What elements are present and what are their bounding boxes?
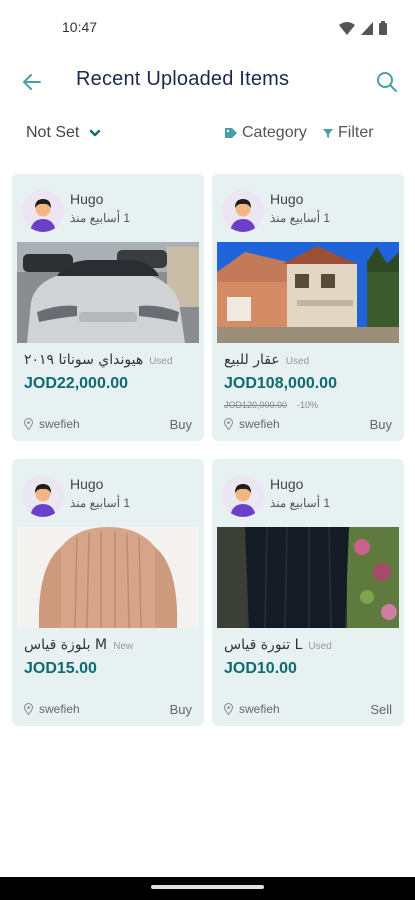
seller-name: Hugo bbox=[70, 191, 104, 207]
category-label: Category bbox=[242, 124, 307, 141]
location-pin-icon bbox=[224, 703, 233, 715]
location: swefieh bbox=[224, 417, 280, 431]
signal-icon bbox=[361, 21, 373, 35]
location-label: swefieh bbox=[239, 417, 280, 431]
old-price: JOD120,000.00 bbox=[224, 400, 288, 410]
chevron-down-icon bbox=[90, 129, 101, 137]
user-avatar-icon bbox=[222, 190, 264, 232]
sort-select[interactable]: Not Set bbox=[26, 124, 101, 142]
posted-time: 1 أسابيع منذ bbox=[70, 211, 131, 225]
item-photo bbox=[17, 242, 199, 343]
home-indicator[interactable] bbox=[151, 885, 264, 889]
avatar bbox=[22, 475, 64, 517]
title-row: عقار للبيع Used bbox=[224, 352, 309, 368]
battery-icon bbox=[379, 21, 387, 35]
item-price: JOD108,000.00 bbox=[224, 375, 337, 392]
search-button[interactable] bbox=[373, 68, 401, 96]
user-avatar-icon bbox=[222, 475, 264, 517]
seller-name: Hugo bbox=[270, 476, 304, 492]
user-avatar-icon bbox=[22, 190, 64, 232]
discount-label: -10% bbox=[297, 400, 319, 410]
item-title: تنورة قياس L bbox=[224, 637, 303, 653]
item-title: هيونداي سوناتا ٢٠١٩ bbox=[24, 352, 144, 368]
old-price-row: JOD120,000.00 -10% bbox=[224, 400, 318, 410]
sort-value: Not Set bbox=[26, 124, 80, 141]
deal-type: Buy bbox=[169, 417, 192, 432]
item-title: بلوزة قياس M bbox=[24, 637, 108, 653]
item-title: عقار للبيع bbox=[224, 352, 280, 368]
wifi-icon bbox=[339, 21, 355, 35]
posted-time: 1 أسابيع منذ bbox=[70, 496, 131, 510]
avatar bbox=[22, 190, 64, 232]
filter-row: Not Set Category Filter bbox=[0, 118, 415, 154]
status-time: 10:47 bbox=[62, 19, 98, 35]
app-bar: Recent Uploaded Items bbox=[0, 56, 415, 108]
arrow-left-icon bbox=[23, 74, 41, 90]
category-button[interactable]: Category bbox=[224, 124, 307, 142]
location: swefieh bbox=[24, 417, 80, 431]
tag-icon bbox=[225, 128, 237, 138]
title-row: هيونداي سوناتا ٢٠١٩ Used bbox=[24, 352, 173, 368]
status-icons bbox=[339, 21, 387, 35]
location-pin-icon bbox=[24, 703, 33, 715]
item-price: JOD15.00 bbox=[24, 660, 97, 677]
avatar bbox=[222, 190, 264, 232]
seller-name: Hugo bbox=[70, 476, 104, 492]
seller-name: Hugo bbox=[270, 191, 304, 207]
filter-icon bbox=[323, 129, 333, 138]
status-bar: 10:47 bbox=[0, 0, 415, 56]
location-label: swefieh bbox=[39, 417, 80, 431]
location-label: swefieh bbox=[239, 702, 280, 716]
location: swefieh bbox=[24, 702, 80, 716]
item-photo bbox=[17, 527, 199, 628]
title-row: تنورة قياس L Used bbox=[224, 637, 332, 653]
deal-type: Buy bbox=[369, 417, 392, 432]
house-photo bbox=[217, 242, 399, 343]
title-row: بلوزة قياس M New bbox=[24, 637, 133, 653]
condition-badge: Used bbox=[308, 641, 332, 652]
back-button[interactable] bbox=[18, 68, 46, 96]
sweater-photo bbox=[17, 527, 199, 628]
condition-badge: New bbox=[113, 641, 134, 652]
location-pin-icon bbox=[24, 418, 33, 430]
page-title: Recent Uploaded Items bbox=[76, 68, 290, 90]
avatar bbox=[222, 475, 264, 517]
posted-time: 1 أسابيع منذ bbox=[270, 211, 331, 225]
item-price: JOD22,000.00 bbox=[24, 375, 129, 392]
car-photo bbox=[17, 242, 199, 343]
skirt-photo bbox=[217, 527, 399, 628]
item-card[interactable]: Hugo 1 أسابيع منذ بلوزة قياس M New JOD15… bbox=[12, 459, 204, 726]
location-label: swefieh bbox=[39, 702, 80, 716]
user-avatar-icon bbox=[22, 475, 64, 517]
condition-badge: Used bbox=[149, 356, 173, 367]
deal-type: Sell bbox=[370, 702, 392, 717]
item-card[interactable]: Hugo 1 أسابيع منذ عقار للبيع Used JOD108… bbox=[212, 174, 404, 441]
location-pin-icon bbox=[224, 418, 233, 430]
condition-badge: Used bbox=[285, 356, 310, 367]
item-card[interactable]: Hugo 1 أسابيع منذ هيونداي سوناتا ٢٠١٩ Us… bbox=[12, 174, 204, 441]
item-price: JOD10.00 bbox=[224, 660, 297, 677]
item-photo bbox=[217, 527, 399, 628]
system-nav-bar bbox=[0, 877, 415, 900]
location: swefieh bbox=[224, 702, 280, 716]
filter-label: Filter bbox=[338, 124, 374, 141]
item-card[interactable]: Hugo 1 أسابيع منذ تنورة قياس L Used JOD1… bbox=[212, 459, 404, 726]
item-photo bbox=[217, 242, 399, 343]
posted-time: 1 أسابيع منذ bbox=[270, 496, 331, 510]
filter-button[interactable]: Filter bbox=[322, 124, 374, 142]
search-icon bbox=[377, 72, 397, 92]
deal-type: Buy bbox=[169, 702, 192, 717]
